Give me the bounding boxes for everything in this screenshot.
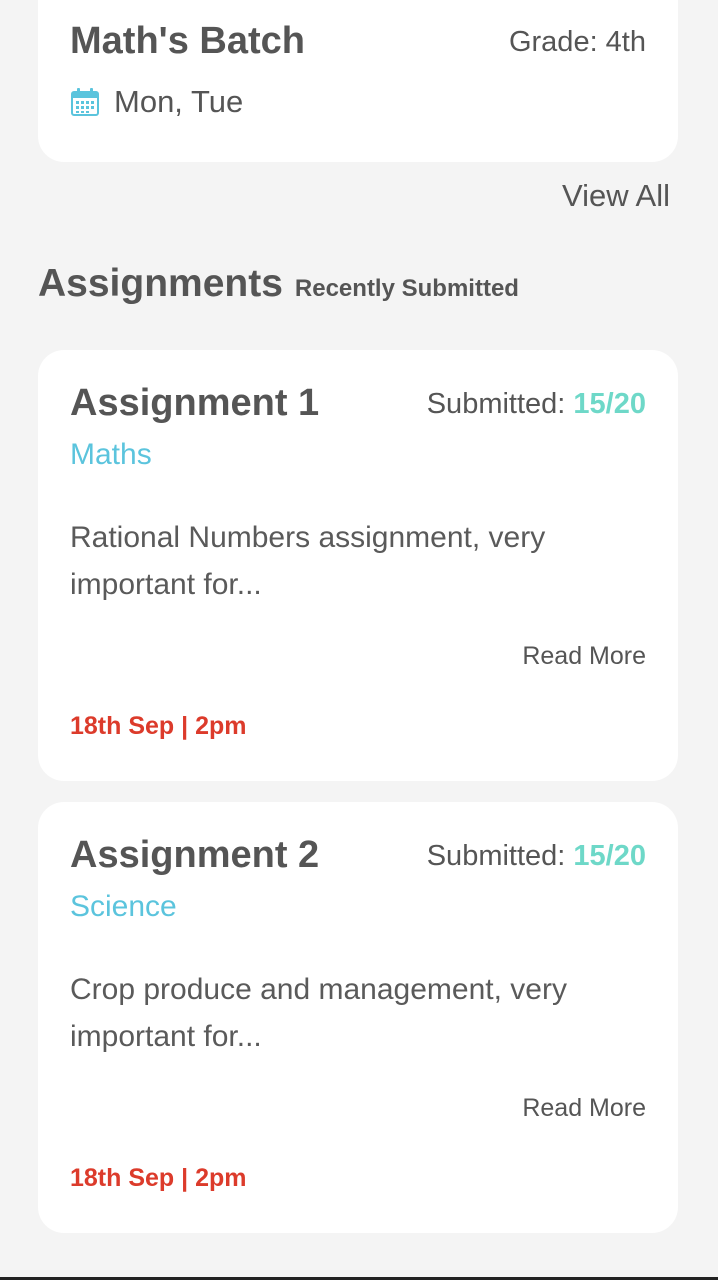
read-more-link[interactable]: Read More: [522, 642, 646, 671]
section-title: Assignments: [38, 262, 283, 305]
submitted-count: 15/20: [573, 840, 646, 872]
batch-days: Mon, Tue: [70, 84, 243, 120]
submitted-count: 15/20: [573, 388, 646, 420]
submitted-label: Submitted:: [426, 388, 566, 420]
calendar-icon: [70, 87, 100, 117]
assignment-description: Crop produce and management, very import…: [70, 973, 567, 1053]
assignment-card[interactable]: Assignment 2 Submitted: 15/20 Science Cr…: [38, 802, 678, 1233]
section-subtitle: Recently Submitted: [294, 275, 519, 302]
batch-card[interactable]: Math's Batch Grade: 4th Mon, Tue: [38, 0, 678, 162]
batch-title: Math's Batch: [70, 20, 305, 62]
submitted-status: Submitted: 15/20: [427, 388, 646, 421]
assignment-title: Assignment 2: [70, 834, 320, 876]
assignment-card[interactable]: Assignment 1 Submitted: 15/20 Maths Rati…: [38, 350, 678, 781]
view-all-link[interactable]: View All: [562, 178, 670, 214]
assignment-subject: Science: [70, 890, 177, 923]
batch-grade: Grade: 4th: [508, 26, 646, 58]
submitted-status: Submitted: 15/20: [427, 840, 646, 873]
assignment-date: 18th Sep | 2pm: [70, 712, 247, 740]
assignment-subject: Maths: [70, 438, 152, 471]
read-more-link[interactable]: Read More: [522, 1094, 646, 1123]
assignments-heading: Assignments Recently Submitted: [38, 262, 519, 306]
batch-days-label: Mon, Tue: [114, 84, 244, 119]
submitted-label: Submitted:: [426, 840, 566, 872]
assignment-description: Rational Numbers assignment, very import…: [70, 521, 546, 601]
assignment-title: Assignment 1: [70, 382, 320, 424]
assignment-date: 18th Sep | 2pm: [70, 1164, 247, 1192]
